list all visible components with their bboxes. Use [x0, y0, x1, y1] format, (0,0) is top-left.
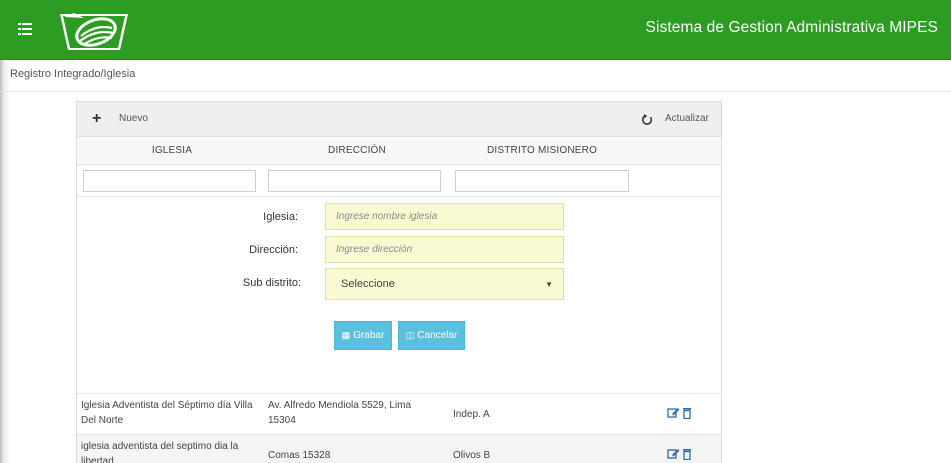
- floppy-disk-icon: ▦: [341, 330, 351, 340]
- trash-icon: ◫: [405, 330, 415, 340]
- filter-iglesia-input[interactable]: [83, 170, 256, 192]
- cell-distrito: Indep. A: [453, 409, 490, 420]
- cell-iglesia-line: iglesia adventista del septimo dia la: [81, 441, 239, 452]
- app-title: Sistema de Gestion Administrativa MIPES: [645, 19, 938, 36]
- cell-direccion: Av. Alfredo Mendiola 5529, Lima 15304: [268, 398, 438, 428]
- save-button[interactable]: ▦ Grabar: [334, 321, 392, 350]
- cancel-button-label: Cancelar: [417, 330, 458, 341]
- direccion-input[interactable]: [325, 236, 564, 263]
- top-navbar: Sistema de Gestion Administrativa MIPES: [0, 0, 951, 60]
- cell-iglesia-line: Del Norte: [81, 415, 124, 426]
- delete-icon[interactable]: [683, 408, 691, 419]
- edit-icon[interactable]: [667, 449, 680, 459]
- subdistrito-selected-value: Seleccione: [341, 278, 395, 290]
- subdistrito-label: Sub distrito:: [242, 277, 301, 289]
- table-row[interactable]: Iglesia Adventista del Séptimo día Villa…: [77, 393, 721, 434]
- cell-iglesia-line: Iglesia Adventista del Séptimo día Villa: [81, 400, 253, 411]
- cell-iglesia: iglesia adventista del septimo dia la li…: [81, 439, 263, 463]
- edit-icon[interactable]: [667, 408, 680, 418]
- cell-direccion: Comas 15328: [268, 448, 438, 463]
- direccion-label: Dirección:: [249, 244, 298, 256]
- cell-iglesia: Iglesia Adventista del Séptimo día Villa…: [81, 398, 263, 428]
- new-button[interactable]: Nuevo: [119, 113, 148, 124]
- breadcrumb-bar: [0, 60, 951, 92]
- filter-row: [77, 165, 721, 197]
- refresh-icon[interactable]: [641, 114, 653, 126]
- cancel-button[interactable]: ◫ Cancelar: [398, 321, 465, 350]
- cell-direccion-line: Comas 15328: [268, 450, 331, 461]
- cell-direccion-line: Av. Alfredo Mendiola 5529, Lima: [268, 400, 412, 411]
- subdistrito-select[interactable]: Seleccione ▼: [325, 268, 564, 300]
- iglesia-panel: + Nuevo Actualizar IGLESIA DIRECCIÓN DIS…: [76, 101, 722, 463]
- iglesia-label: Iglesia:: [263, 211, 298, 223]
- row-actions: [667, 408, 691, 419]
- table-row[interactable]: iglesia adventista del septimo dia la li…: [77, 434, 721, 463]
- plus-icon[interactable]: +: [92, 111, 101, 127]
- column-header-iglesia[interactable]: IGLESIA: [127, 145, 217, 156]
- church-logo[interactable]: [54, 10, 134, 54]
- breadcrumb: Registro Integrado/Iglesia: [10, 68, 136, 80]
- iglesia-name-input[interactable]: [325, 203, 564, 230]
- delete-icon[interactable]: [683, 449, 691, 460]
- row-actions: [667, 449, 691, 460]
- refresh-button[interactable]: Actualizar: [665, 113, 709, 124]
- menu-toggle-icon[interactable]: [18, 23, 32, 35]
- table-header: IGLESIA DIRECCIÓN DISTRITO MISIONERO: [77, 137, 721, 165]
- cell-iglesia-line: libertad: [81, 456, 114, 463]
- cell-direccion-line: 15304: [268, 415, 296, 426]
- column-header-distrito[interactable]: DISTRITO MISIONERO: [477, 145, 607, 156]
- filter-distrito-input[interactable]: [455, 170, 629, 192]
- save-button-label: Grabar: [353, 330, 385, 341]
- cell-distrito: Olivos B: [453, 450, 491, 461]
- grid-toolbar: + Nuevo Actualizar: [77, 102, 721, 137]
- column-header-direccion[interactable]: DIRECCIÓN: [307, 145, 407, 156]
- dropdown-arrow-icon: ▼: [545, 280, 553, 289]
- filter-direccion-input[interactable]: [268, 170, 441, 192]
